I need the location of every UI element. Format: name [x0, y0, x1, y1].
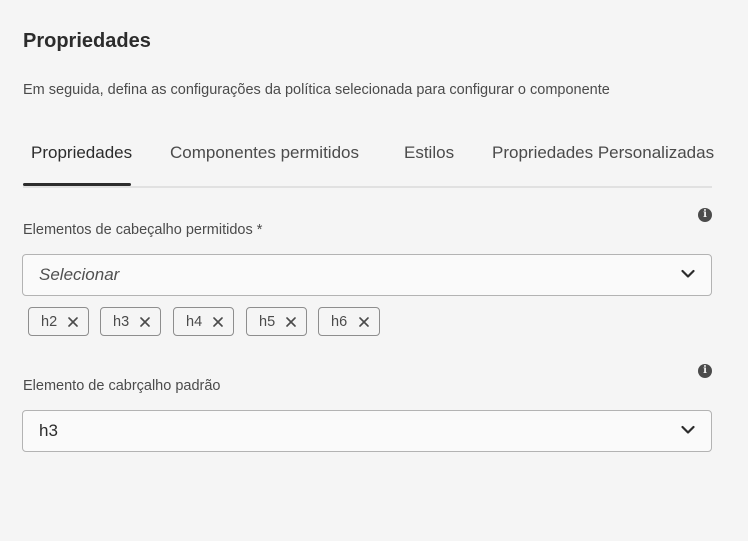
close-icon[interactable] — [213, 317, 223, 327]
tag-h6: h6 — [318, 307, 380, 336]
close-icon[interactable] — [68, 317, 78, 327]
tag-label: h3 — [113, 314, 130, 330]
properties-panel: Propriedades Em seguida, defina as confi… — [0, 0, 748, 541]
default-heading-select[interactable]: h3 — [22, 410, 712, 452]
tag-h3: h3 — [100, 307, 161, 336]
tab-list: Propriedades Componentes permitidos Esti… — [23, 130, 714, 188]
tag-label: h5 — [259, 314, 276, 330]
tag-h2: h2 — [28, 307, 89, 336]
info-icon[interactable]: i — [698, 364, 712, 378]
tab-componentes-permitidos[interactable]: Componentes permitidos — [170, 143, 359, 163]
info-icon[interactable]: i — [698, 208, 712, 222]
tab-propriedades-personalizadas[interactable]: Propriedades Personalizadas — [492, 143, 714, 163]
allowed-headings-placeholder: Selecionar — [39, 265, 120, 284]
tag-label: h2 — [41, 314, 58, 330]
close-icon[interactable] — [359, 317, 369, 327]
tag-label: h4 — [186, 314, 203, 330]
default-heading-label: Elemento de cabrçalho padrão — [23, 378, 221, 394]
close-icon[interactable] — [286, 317, 296, 327]
chevron-down-icon — [681, 425, 695, 434]
selected-tab-indicator — [23, 183, 131, 186]
allowed-headings-select[interactable]: Selecionar — [22, 254, 712, 296]
allowed-headings-label: Elementos de cabeçalho permitidos * — [23, 222, 263, 238]
default-heading-value: h3 — [39, 421, 58, 440]
close-icon[interactable] — [140, 317, 150, 327]
page-description: Em seguida, defina as configurações da p… — [23, 82, 610, 98]
chevron-down-icon — [681, 269, 695, 278]
tag-label: h6 — [331, 314, 348, 330]
page-title: Propriedades — [23, 30, 151, 52]
tab-estilos[interactable]: Estilos — [404, 143, 454, 163]
tab-propriedades[interactable]: Propriedades — [31, 143, 132, 163]
tag-h4: h4 — [173, 307, 234, 336]
tag-h5: h5 — [246, 307, 307, 336]
